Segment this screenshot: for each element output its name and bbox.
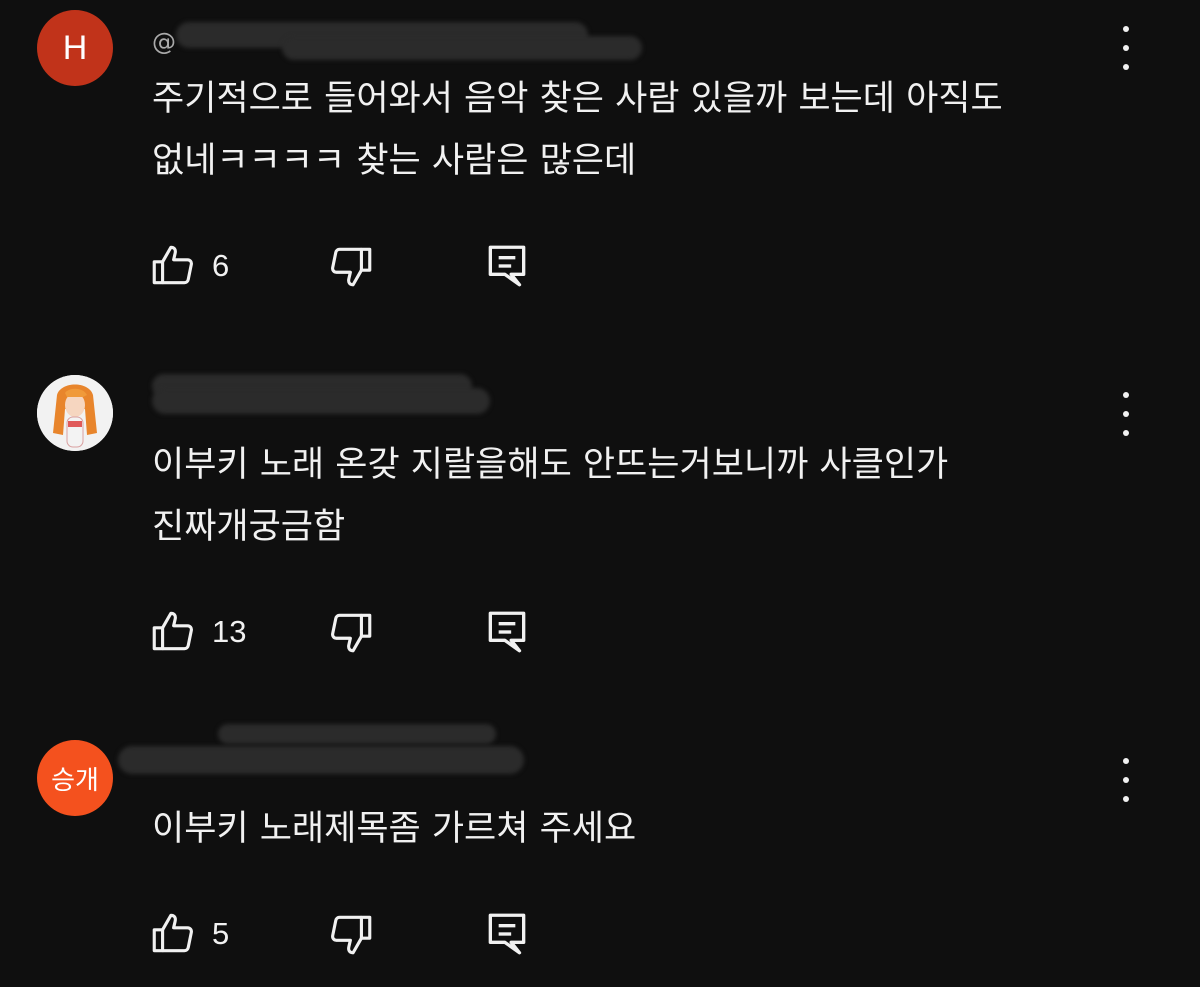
avatar[interactable]: 승개 [37,740,113,816]
more-vert-icon[interactable] [1112,26,1140,70]
thumb-up-icon [148,241,198,291]
avatar[interactable]: H [37,10,113,86]
comment-actions: 6 [148,238,568,294]
like-button[interactable]: 6 [148,238,229,294]
reply-button[interactable] [484,238,530,294]
dislike-button[interactable] [326,604,376,660]
comment-text: 이부키 노래 온갖 지랄을해도 안뜨는거보니까 사클인가 진짜개궁금함 [152,445,949,547]
avatar-image [37,375,113,451]
like-button[interactable]: 5 [148,906,229,962]
avatar[interactable] [37,375,113,451]
dislike-button[interactable] [326,906,376,962]
like-count: 5 [212,916,230,951]
comment-handle[interactable]: @ [152,20,672,60]
more-vert-icon[interactable] [1112,758,1140,802]
like-button[interactable]: 13 [148,604,246,660]
comment-text: 주기적으로 들어와서 음악 찾은 사람 있을까 보는데 아직도 없네ㅋㅋㅋㅋ 찾… [152,79,1003,181]
thumb-up-icon [148,607,198,657]
redaction-mark [282,36,642,60]
redaction-mark [118,746,524,774]
reply-icon [484,909,530,959]
comment-handle[interactable] [152,372,672,414]
thumb-down-icon [326,909,376,959]
reply-icon [484,607,530,657]
thumb-down-icon [326,607,376,657]
comment-actions: 13 [148,604,568,660]
redaction-mark [218,724,496,744]
dislike-button[interactable] [326,238,376,294]
reply-button[interactable] [484,604,530,660]
comment-text: 이부키 노래제목좀 가르쳐 주세요 [152,809,637,849]
more-vert-icon[interactable] [1112,392,1140,436]
like-count: 13 [212,614,247,649]
thumb-down-icon [326,241,376,291]
thumb-up-icon [148,909,198,959]
comment-handle[interactable] [118,724,538,774]
handle-at-symbol: @ [152,28,176,56]
comment-actions: 5 [148,906,568,962]
like-count: 6 [212,248,230,283]
reply-button[interactable] [484,906,530,962]
reply-icon [484,241,530,291]
redaction-mark [152,388,490,414]
